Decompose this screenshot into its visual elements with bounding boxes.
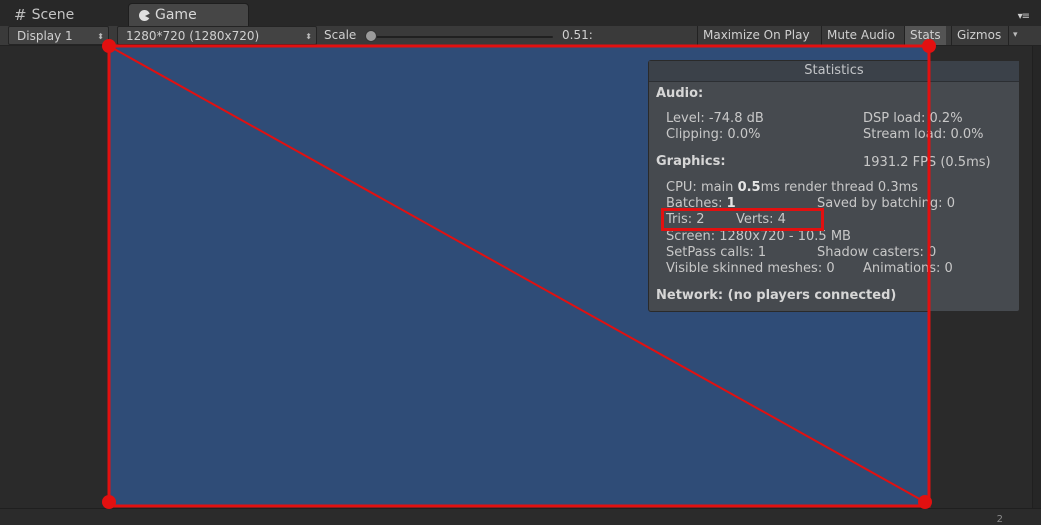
- vertex-marker: [102, 39, 116, 53]
- annotation-overlay: [102, 39, 936, 509]
- vertex-marker: [102, 495, 116, 509]
- tris-verts-highlight: [661, 208, 824, 231]
- vertex-marker: [922, 39, 936, 53]
- quad-diagonal: [108, 45, 926, 503]
- vertex-marker: [918, 495, 932, 509]
